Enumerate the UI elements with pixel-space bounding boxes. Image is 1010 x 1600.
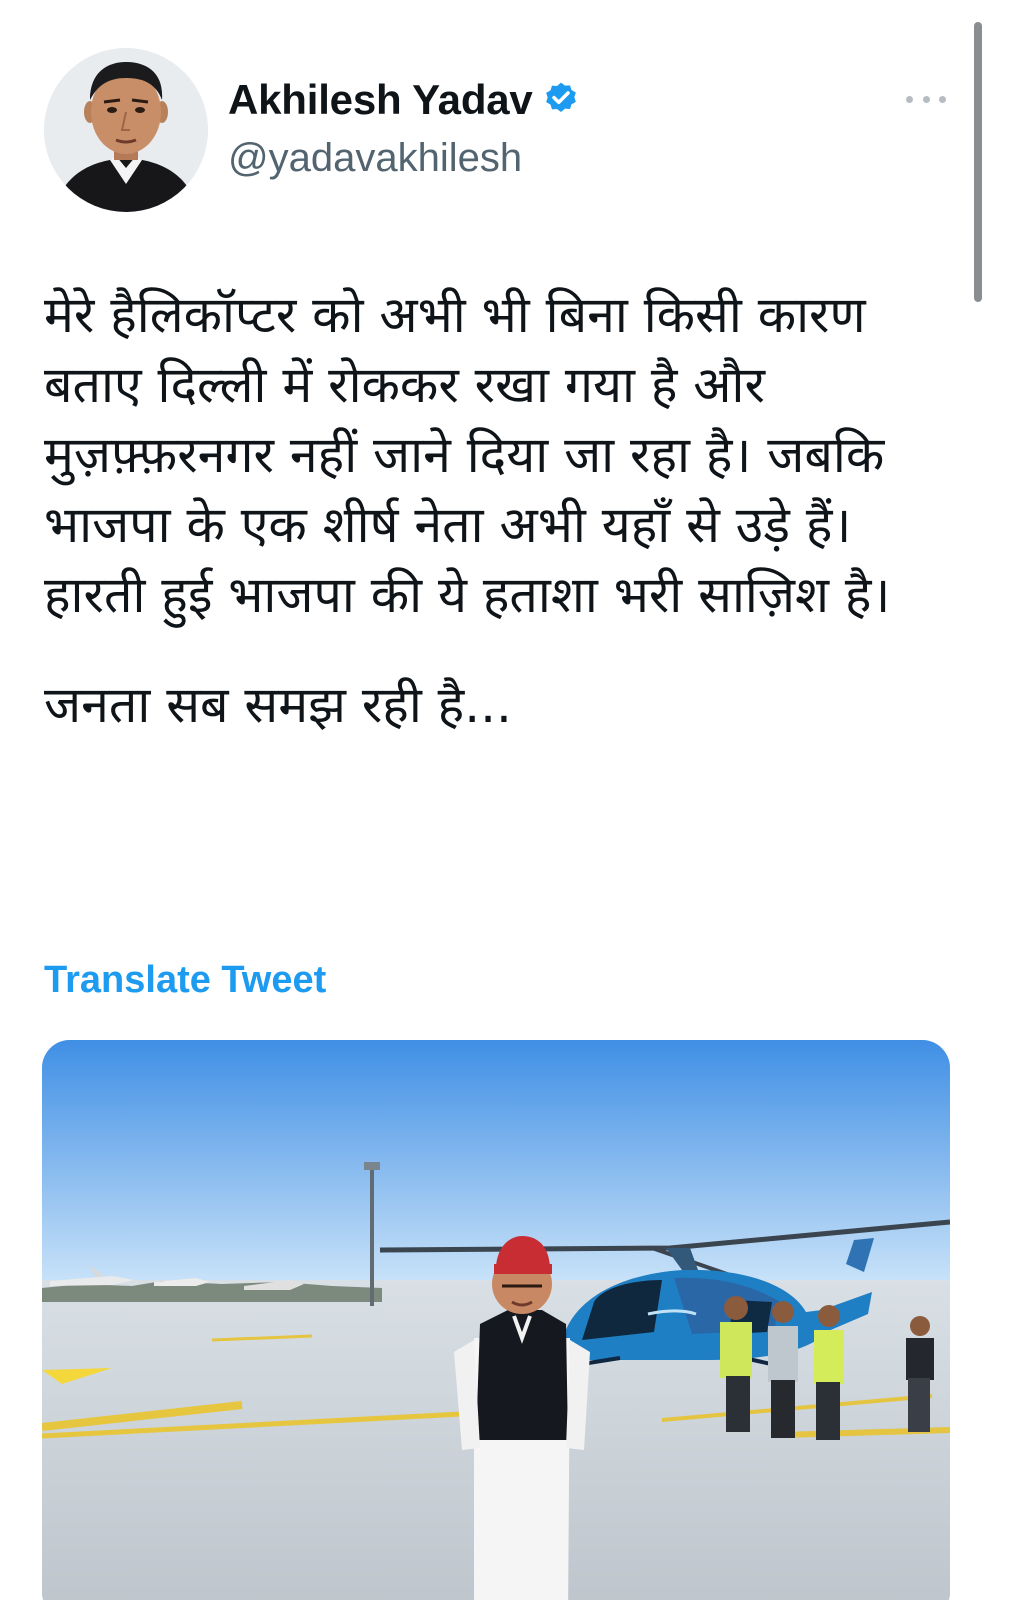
more-options-icon[interactable] (906, 84, 946, 114)
more-dot (922, 95, 930, 103)
author-handle[interactable]: @yadavakhilesh (228, 132, 522, 184)
more-dot (906, 95, 913, 103)
tweet-paragraph: जनता सब समझ रही है... (44, 676, 512, 734)
scrollbar[interactable] (974, 22, 982, 302)
avatar[interactable] (44, 48, 208, 212)
author-display-name[interactable]: Akhilesh Yadav (228, 74, 533, 126)
tweet-text: मेरे हैलिकॉप्टर को अभी भी बिना किसी कारण… (44, 280, 964, 740)
translate-tweet-link[interactable]: Translate Tweet (44, 957, 326, 1003)
author-name-row[interactable]: Akhilesh Yadav (228, 74, 581, 126)
tweet-paragraph: मेरे हैलिकॉप्टर को अभी भी बिना किसी कारण… (44, 286, 891, 624)
verified-badge-icon (545, 82, 576, 112)
tweet-photo[interactable] (42, 1040, 950, 1600)
tweet-page: Akhilesh Yadav @yadavakhilesh मेरे हैलिक… (0, 0, 1010, 1600)
more-dot (939, 95, 946, 103)
